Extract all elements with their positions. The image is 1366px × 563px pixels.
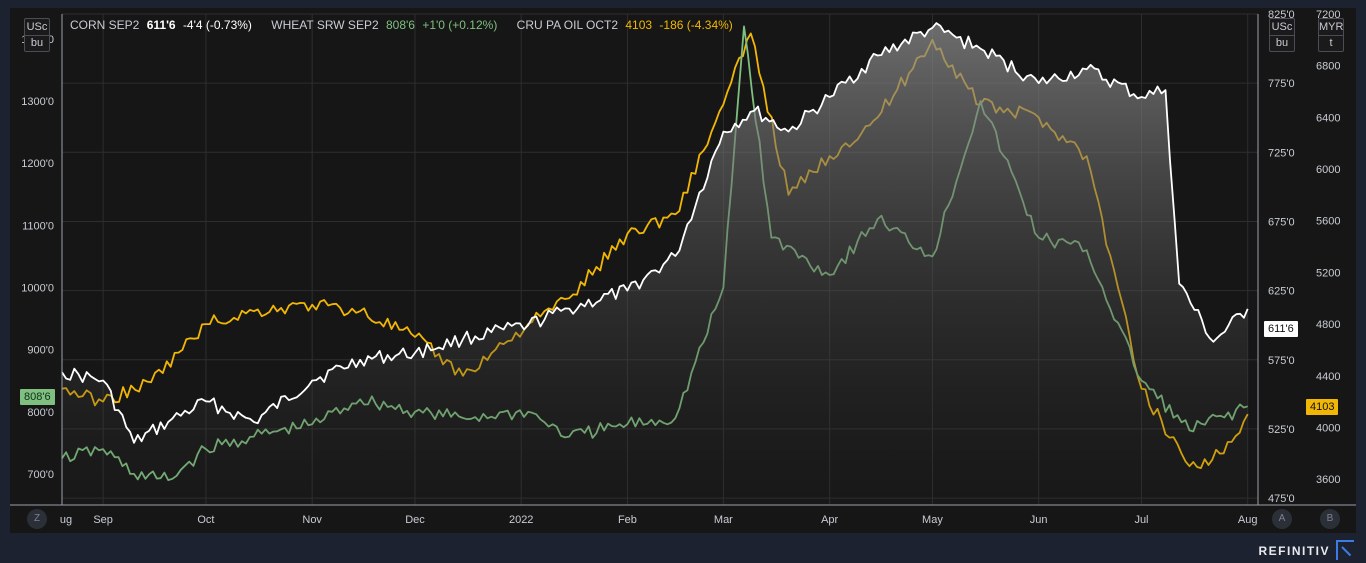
x-tick-label: Dec xyxy=(405,514,425,526)
x-tick-label: Jun xyxy=(1030,514,1048,526)
left-unit-box[interactable]: USc bu xyxy=(24,18,50,52)
right2-tick-label: 6800 xyxy=(1316,61,1340,73)
x-tick-label: May xyxy=(922,514,943,526)
left-unit-bottom: bu xyxy=(25,35,49,50)
right2-tick-label: 4800 xyxy=(1316,319,1340,331)
x-tick-label: Oct xyxy=(197,514,214,526)
right1-tick-label: 775'0 xyxy=(1268,78,1295,90)
legend-palm-change: -186 (-4.34%) xyxy=(659,18,733,32)
x-tick-label: ug xyxy=(60,514,72,526)
legend-wheat-change: +1'0 (+0.12%) xyxy=(422,18,498,32)
left-tick-label: 1300'0 xyxy=(21,96,54,108)
left-tick-label: 800'0 xyxy=(27,407,54,419)
right2-unit-top: MYR xyxy=(1319,21,1344,33)
x-tick-label: Jul xyxy=(1134,514,1148,526)
x-tick-label: Mar xyxy=(714,514,733,526)
x-tick-label: Feb xyxy=(618,514,637,526)
brand-logo-icon xyxy=(1336,540,1354,560)
left-tick-label: 1000'0 xyxy=(21,282,54,294)
right1-tick-label: 475'0 xyxy=(1268,493,1295,505)
right2-unit-box[interactable]: MYR t xyxy=(1318,18,1344,52)
left-unit-top: USc xyxy=(26,21,48,33)
legend-corn-name: CORN SEP2 xyxy=(70,18,140,32)
corn-area-fill xyxy=(62,23,1248,505)
brand-text: REFINITIV xyxy=(1258,544,1330,558)
right1-axis-button[interactable]: A xyxy=(1272,509,1292,529)
legend: CORN SEP2 611'6 -4'4 (-0.73%) WHEAT SRW … xyxy=(70,18,737,32)
legend-palm-name: CRU PA OIL OCT2 xyxy=(516,18,619,32)
left-tick-label: 900'0 xyxy=(27,345,54,357)
right1-tick-label: 525'0 xyxy=(1268,424,1295,436)
x-tick-label: Apr xyxy=(821,514,838,526)
right1-tick-label: 675'0 xyxy=(1268,216,1295,228)
x-tick-label: Sep xyxy=(93,514,113,526)
legend-palm-value: 4103 xyxy=(625,18,653,32)
left-tick-label: 1200'0 xyxy=(21,158,54,170)
right-axis-1-ticks: 475'0525'0575'0625'0675'0725'0775'0825'0 xyxy=(1268,9,1295,505)
corn-last-tag: 611'6 xyxy=(1264,321,1298,337)
x-tick-label: Aug xyxy=(1238,514,1258,526)
right2-tick-label: 5200 xyxy=(1316,267,1340,279)
legend-corn-change: -4'4 (-0.73%) xyxy=(182,18,252,32)
x-tick-label: 2022 xyxy=(509,514,533,526)
right2-tick-label: 6000 xyxy=(1316,164,1340,176)
right1-tick-label: 625'0 xyxy=(1268,286,1295,298)
legend-corn-value: 611'6 xyxy=(146,18,176,32)
right1-unit-bottom: bu xyxy=(1270,35,1294,50)
right1-tick-label: 725'0 xyxy=(1268,147,1295,159)
right2-tick-label: 4400 xyxy=(1316,371,1340,383)
palm-last-tag: 4103 xyxy=(1306,399,1339,415)
legend-wheat-value: 808'6 xyxy=(385,18,415,32)
right2-tick-label: 5600 xyxy=(1316,216,1340,228)
wheat-last-tag: 808'6 xyxy=(20,389,55,405)
right2-unit-bottom: t xyxy=(1319,35,1343,50)
right2-tick-label: 6400 xyxy=(1316,112,1340,124)
left-axis-button[interactable]: Z xyxy=(27,509,47,529)
legend-wheat-name: WHEAT SRW SEP2 xyxy=(271,18,379,32)
x-axis-ticks: ug Sep Oct Nov Dec 2022 Feb Mar Apr May Jun Jul Aug xyxy=(60,514,1258,526)
price-chart[interactable]: 700'0800'0900'01000'01100'01200'01300'01… xyxy=(0,0,1366,563)
left-tick-label: 700'0 xyxy=(27,469,54,481)
right2-axis-button[interactable]: B xyxy=(1320,509,1340,529)
x-tick-label: Nov xyxy=(302,514,322,526)
right2-tick-label: 4000 xyxy=(1316,422,1340,434)
right1-unit-top: USc xyxy=(1271,21,1293,33)
left-axis-ticks: 700'0800'0900'01000'01100'01200'01300'01… xyxy=(21,34,54,481)
right2-tick-label: 3600 xyxy=(1316,474,1340,486)
right1-tick-label: 575'0 xyxy=(1268,355,1295,367)
right1-unit-box[interactable]: USc bu xyxy=(1269,18,1295,52)
left-tick-label: 1100'0 xyxy=(22,220,54,232)
series-group xyxy=(61,22,1249,505)
